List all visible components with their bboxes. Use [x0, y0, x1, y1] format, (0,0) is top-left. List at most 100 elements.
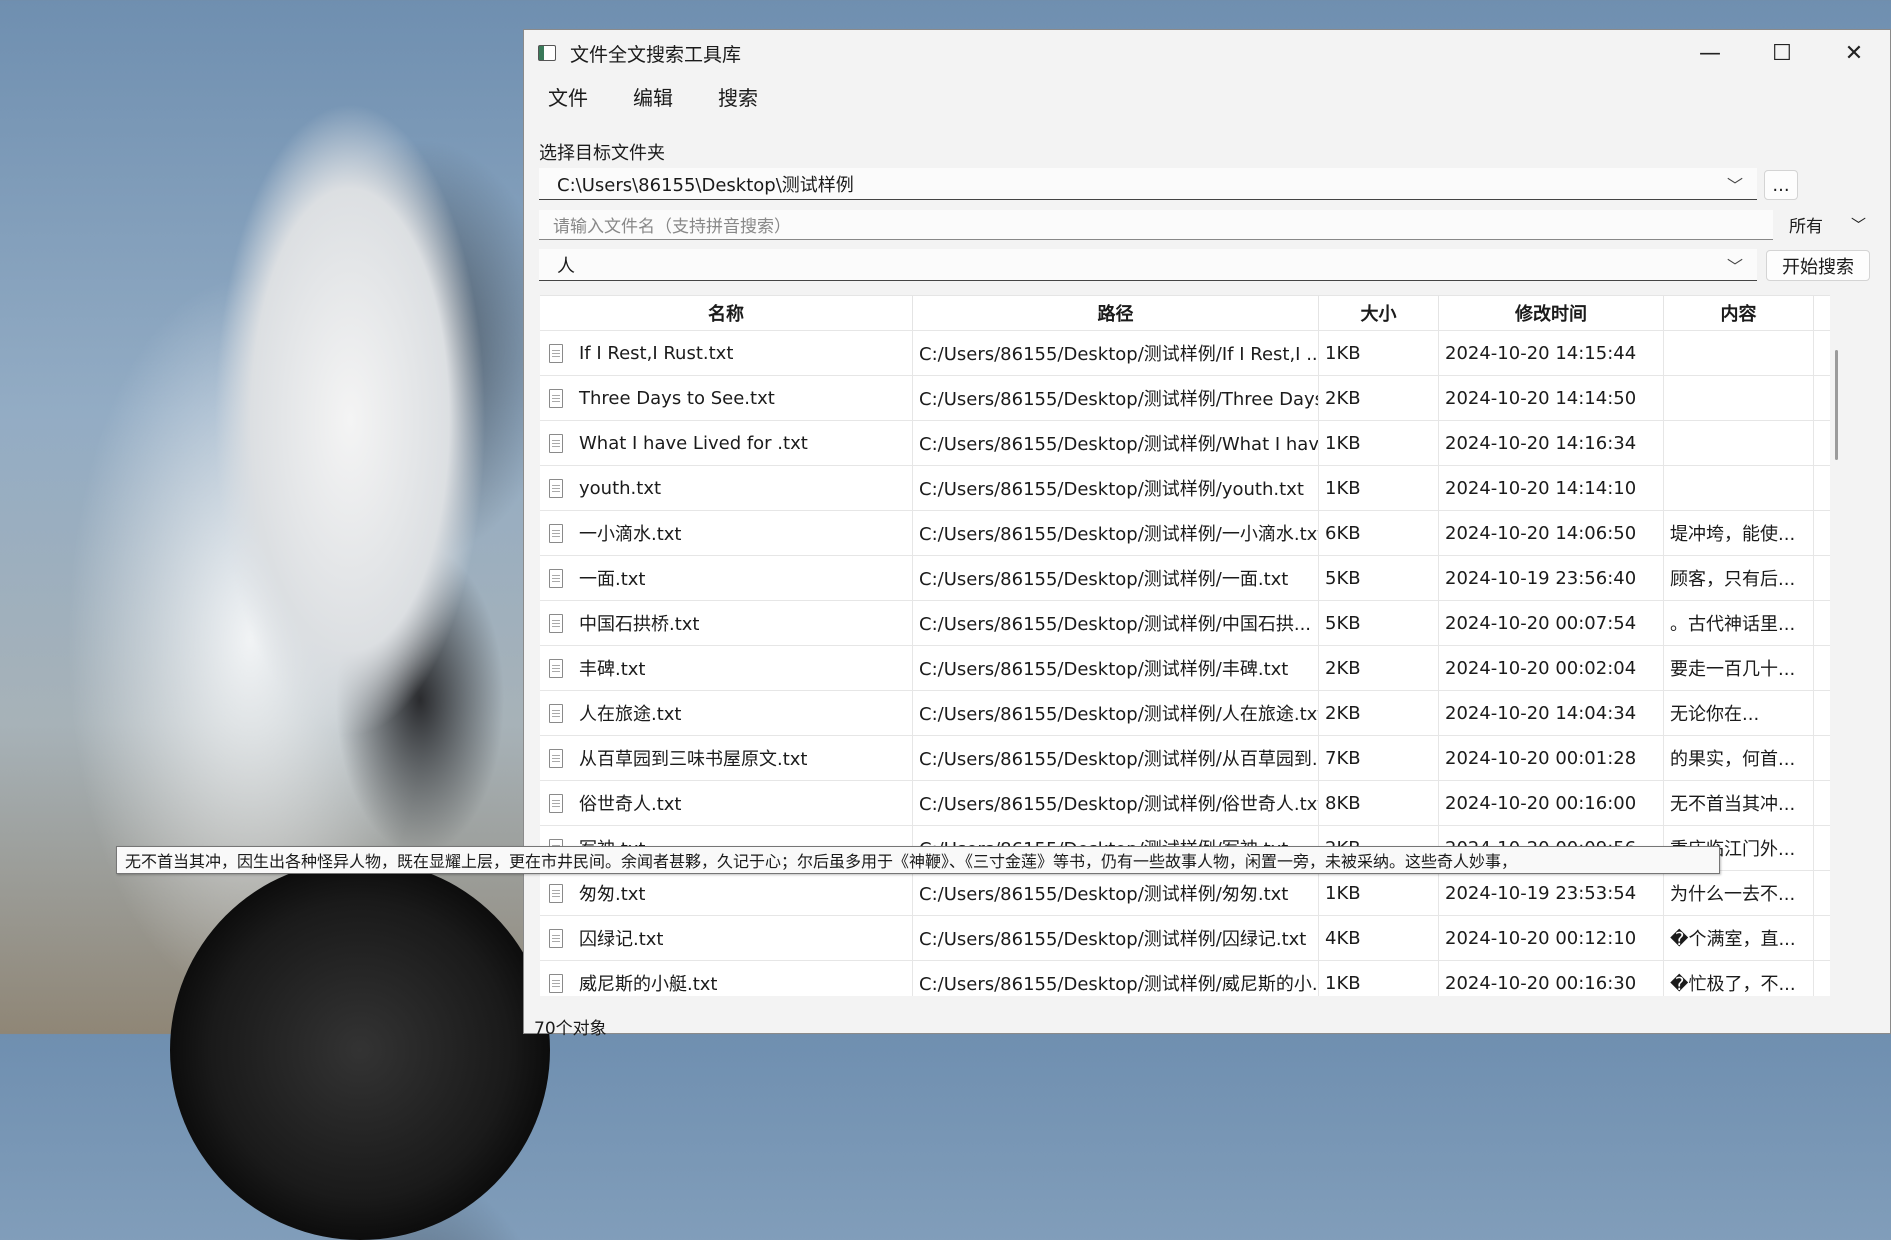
cell-name: 一小滴水.txt — [540, 511, 913, 555]
cell-content-text: 顾客，只有后... — [1670, 569, 1796, 590]
cell-path: C:/Users/86155/Desktop/测试样例/俗世奇人.txt — [913, 781, 1319, 825]
cell-path: C:/Users/86155/Desktop/测试样例/一面.txt — [913, 556, 1319, 600]
maximize-button[interactable]: ☐ — [1746, 30, 1818, 76]
title-bar[interactable]: 文件全文搜索工具库 — ☐ ✕ — [524, 30, 1890, 76]
file-icon — [549, 433, 563, 453]
wallpaper-wheel — [170, 860, 550, 1240]
cell-content-text: 堤冲垮，能使... — [1670, 524, 1796, 545]
status-count: 70个对象 — [534, 1019, 607, 1039]
cell-path: C:/Users/86155/Desktop/测试样例/中国石拱... — [913, 601, 1319, 645]
menu-file[interactable]: 文件 — [548, 82, 588, 111]
query-combobox[interactable]: 人 ﹀ — [539, 249, 1757, 281]
cell-size-text: 1KB — [1325, 972, 1361, 994]
table-row[interactable]: 一小滴水.txt C:/Users/86155/Desktop/测试样例/一小滴水… — [540, 510, 1830, 555]
column-header-name[interactable]: 名称 — [540, 296, 913, 330]
browse-button[interactable]: ... — [1764, 170, 1798, 200]
table-header: 名称 路径 大小 修改时间 内容 — [540, 296, 1830, 330]
cell-content: �忙极了，不... — [1664, 961, 1814, 996]
cell-name-text: Three Days to See.txt — [579, 387, 775, 409]
table-row[interactable]: youth.txt C:/Users/86155/Desktop/测试样例/you… — [540, 465, 1830, 510]
cell-name: 从百草园到三味书屋原文.txt — [540, 736, 913, 780]
table-row[interactable]: 人在旅途.txt C:/Users/86155/Desktop/测试样例/人在旅途… — [540, 690, 1830, 735]
table-row[interactable]: 匆匆.txt C:/Users/86155/Desktop/测试样例/匆匆.txt… — [540, 870, 1830, 915]
cell-name: 匆匆.txt — [540, 871, 913, 915]
cell-content-text: �个满室，直... — [1670, 929, 1796, 950]
cell-path: C:/Users/86155/Desktop/测试样例/威尼斯的小... — [913, 961, 1319, 996]
chevron-down-icon[interactable]: ﹀ — [1727, 253, 1743, 277]
cell-modified: 2024-10-20 14:06:50 — [1439, 511, 1664, 555]
cell-path-text: C:/Users/86155/Desktop/测试样例/匆匆.txt — [919, 884, 1289, 905]
cell-content-text: 无论你在... — [1670, 704, 1760, 725]
close-button[interactable]: ✕ — [1818, 30, 1890, 76]
table-row[interactable]: 囚绿记.txt C:/Users/86155/Desktop/测试样例/囚绿记.t… — [540, 915, 1830, 960]
chevron-down-icon[interactable]: ﹀ — [1727, 172, 1743, 196]
table-row[interactable]: 中国石拱桥.txt C:/Users/86155/Desktop/测试样例/中国石… — [540, 600, 1830, 645]
filename-input[interactable]: 请输入文件名（支持拼音搜索） — [539, 210, 1773, 240]
cell-content-text: 。古代神话里... — [1670, 614, 1796, 635]
cell-modified-text: 2024-10-20 00:16:00 — [1445, 792, 1637, 814]
cell-modified-text: 2024-10-20 00:16:30 — [1445, 972, 1637, 994]
cell-size: 5KB — [1319, 601, 1439, 645]
cell-content — [1664, 421, 1814, 465]
column-header-path[interactable]: 路径 — [913, 296, 1319, 330]
file-icon — [549, 703, 563, 723]
column-header-size[interactable]: 大小 — [1319, 296, 1439, 330]
cell-content: �个满室，直... — [1664, 916, 1814, 960]
cell-name: youth.txt — [540, 466, 913, 510]
file-type-select[interactable]: 所有 ﹀ — [1789, 212, 1866, 237]
menu-search[interactable]: 搜索 — [718, 82, 758, 111]
cell-name: Three Days to See.txt — [540, 376, 913, 420]
minimize-button[interactable]: — — [1674, 30, 1746, 76]
cell-path: C:/Users/86155/Desktop/测试样例/匆匆.txt — [913, 871, 1319, 915]
cell-size-text: 1KB — [1325, 432, 1361, 454]
cell-modified-text: 2024-10-20 14:04:34 — [1445, 702, 1637, 724]
cell-modified: 2024-10-20 14:15:44 — [1439, 331, 1664, 375]
table-row[interactable]: 从百草园到三味书屋原文.txt C:/Users/86155/Desktop/测试… — [540, 735, 1830, 780]
cell-path-text: C:/Users/86155/Desktop/测试样例/一小滴水.txt — [919, 524, 1319, 545]
table-row[interactable]: 丰碑.txt C:/Users/86155/Desktop/测试样例/丰碑.txt… — [540, 645, 1830, 690]
cell-modified-text: 2024-10-19 23:53:54 — [1445, 882, 1637, 904]
folder-combobox[interactable]: C:\Users\86155\Desktop\测试样例 ﹀ — [539, 168, 1757, 200]
file-icon — [549, 793, 563, 813]
file-icon — [549, 568, 563, 588]
menu-edit[interactable]: 编辑 — [633, 82, 673, 111]
cell-modified: 2024-10-20 00:16:30 — [1439, 961, 1664, 996]
table-row[interactable]: What I have Lived for .txt C:/Users/86155… — [540, 420, 1830, 465]
cell-name: 威尼斯的小艇.txt — [540, 961, 913, 996]
menu-bar: 文件 编辑 搜索 — [524, 76, 1890, 116]
cell-size: 2KB — [1319, 646, 1439, 690]
table-body: If I Rest,I Rust.txt C:/Users/86155/Deskt… — [540, 330, 1830, 996]
cell-size-text: 2KB — [1325, 702, 1361, 724]
cell-modified-text: 2024-10-20 00:02:04 — [1445, 657, 1637, 679]
file-icon — [549, 748, 563, 768]
table-row[interactable]: 俗世奇人.txt C:/Users/86155/Desktop/测试样例/俗世奇人… — [540, 780, 1830, 825]
cell-content-text: 无不首当其冲... — [1670, 794, 1796, 815]
cell-name-text: 丰碑.txt — [579, 659, 646, 680]
table-row[interactable]: 一面.txt C:/Users/86155/Desktop/测试样例/一面.txt… — [540, 555, 1830, 600]
file-icon — [549, 973, 563, 993]
table-row[interactable]: Three Days to See.txt C:/Users/86155/Desk… — [540, 375, 1830, 420]
cell-modified: 2024-10-20 14:04:34 — [1439, 691, 1664, 735]
cell-name: 中国石拱桥.txt — [540, 601, 913, 645]
start-search-button[interactable]: 开始搜索 — [1766, 250, 1870, 281]
cell-path: C:/Users/86155/Desktop/测试样例/一小滴水.txt — [913, 511, 1319, 555]
file-icon — [549, 343, 563, 363]
cell-content-text: 的果实，何首... — [1670, 749, 1796, 770]
column-header-modified[interactable]: 修改时间 — [1439, 296, 1664, 330]
file-icon — [549, 523, 563, 543]
window-title: 文件全文搜索工具库 — [570, 43, 742, 66]
cell-size-text: 2KB — [1325, 657, 1361, 679]
results-table: 名称 路径 大小 修改时间 内容 If I Rest,I Rust.txt C:/… — [540, 295, 1830, 996]
file-icon — [549, 883, 563, 903]
table-row[interactable]: 威尼斯的小艇.txt C:/Users/86155/Desktop/测试样例/威尼… — [540, 960, 1830, 996]
cell-size: 5KB — [1319, 556, 1439, 600]
cell-name-text: 一面.txt — [579, 569, 646, 590]
cell-content-text: 要走一百几十... — [1670, 659, 1796, 680]
cell-content: 的果实，何首... — [1664, 736, 1814, 780]
table-row[interactable]: If I Rest,I Rust.txt C:/Users/86155/Deskt… — [540, 330, 1830, 375]
column-header-content[interactable]: 内容 — [1664, 296, 1814, 330]
cell-path-text: C:/Users/86155/Desktop/测试样例/俗世奇人.txt — [919, 794, 1319, 815]
vertical-scrollbar[interactable] — [1835, 350, 1838, 460]
cell-name: What I have Lived for .txt — [540, 421, 913, 465]
chevron-down-icon: ﹀ — [1851, 216, 1867, 234]
